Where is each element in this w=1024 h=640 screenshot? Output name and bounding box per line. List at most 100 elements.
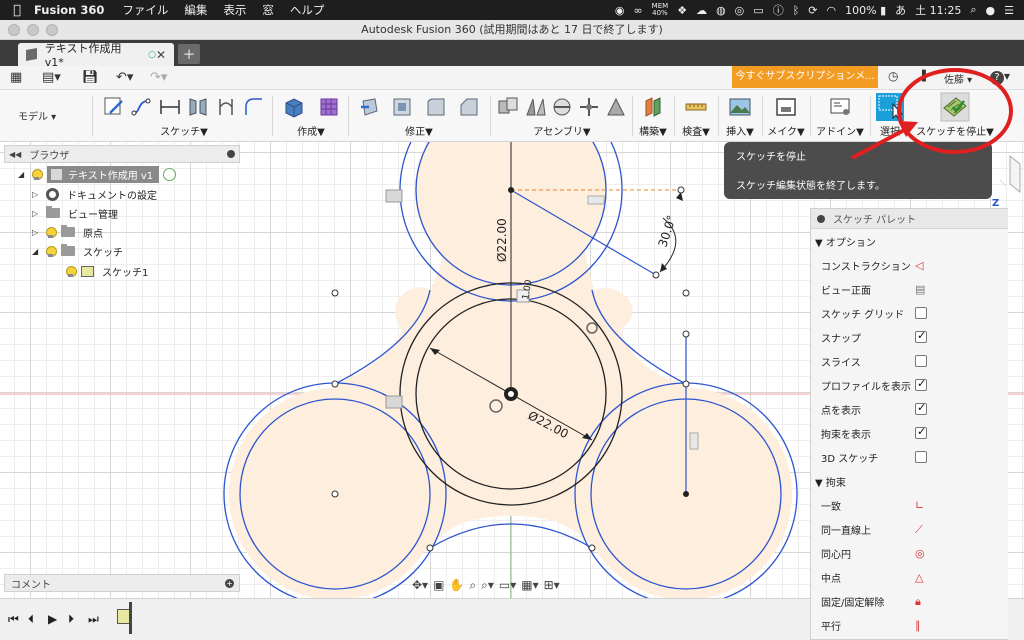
menu-edit[interactable]: 編集	[184, 2, 207, 18]
palette-row[interactable]: 中点 △	[811, 565, 1008, 589]
fillet-icon[interactable]	[424, 95, 448, 119]
inspect-group[interactable]: 検査▼	[676, 92, 716, 140]
status-icon[interactable]: ◉	[615, 4, 625, 17]
offset-plane-icon[interactable]	[641, 95, 665, 119]
play-icon[interactable]: ▶	[48, 612, 57, 626]
palette-row[interactable]: 一致 ∟	[811, 493, 1008, 517]
root-component[interactable]: テキスト作成用 v1	[47, 165, 160, 183]
collapse-icon[interactable]: ◀◀	[9, 150, 21, 159]
app-menu[interactable]: Fusion 360	[34, 3, 104, 17]
visibility-bulb-icon[interactable]	[32, 168, 43, 180]
visibility-bulb-icon[interactable]	[46, 245, 57, 257]
construct-group[interactable]: 構築▼	[634, 92, 672, 140]
palette-row[interactable]: 点を表示	[811, 397, 1008, 421]
visibility-bulb-icon[interactable]	[66, 265, 77, 277]
undo-icon[interactable]: ↶▾	[116, 70, 133, 86]
spotlight-alt-icon[interactable]: ◎	[735, 4, 745, 17]
drive-joints-icon[interactable]	[577, 95, 601, 119]
palette-row[interactable]: 平行 ∥	[811, 613, 1008, 637]
help-button[interactable]: ? ▾	[990, 69, 1010, 85]
timeline-marker[interactable]	[129, 602, 132, 634]
menu-window[interactable]: 窓	[262, 2, 274, 18]
insert-image-icon[interactable]	[728, 95, 752, 119]
app-grid-icon[interactable]: ▦	[10, 70, 22, 86]
expand-arrow-icon[interactable]: ▷	[32, 228, 40, 237]
dropbox-icon[interactable]: ❖	[677, 4, 687, 17]
pin-icon[interactable]	[227, 150, 235, 158]
creative-cloud-icon[interactable]: ∞	[634, 4, 643, 17]
mirror-icon[interactable]	[186, 95, 210, 119]
new-component-icon[interactable]	[496, 95, 520, 119]
make-group[interactable]: メイク▼	[764, 92, 808, 140]
stop-sketch-icon[interactable]	[940, 92, 970, 122]
constraints-section-header[interactable]: ▼ 拘束	[811, 469, 1008, 493]
line-icon[interactable]	[130, 95, 154, 119]
info-icon[interactable]: ⓘ	[773, 2, 784, 18]
battery-status[interactable]: 100% ▮	[845, 4, 886, 17]
insert-group[interactable]: 挿入▼	[720, 92, 760, 140]
minimize-window-button[interactable]	[27, 24, 39, 36]
active-check-icon[interactable]	[163, 167, 177, 181]
file-menu-icon[interactable]: ▤▾	[42, 70, 61, 86]
create-sketch-icon[interactable]	[102, 95, 126, 119]
select-group[interactable]: 選択	[872, 92, 908, 140]
palette-row[interactable]: スケッチ グリッド	[811, 301, 1008, 325]
sketch-group[interactable]: スケッチ▼	[100, 92, 268, 140]
3d-print-icon[interactable]	[774, 95, 798, 119]
expand-arrow-icon[interactable]: ◢	[18, 170, 26, 179]
create-group[interactable]: 作成▼	[276, 92, 346, 140]
go-to-start-icon[interactable]: ⏮	[8, 612, 19, 627]
motion-link-icon[interactable]	[604, 95, 628, 119]
look-at-icon[interactable]: ▣	[433, 578, 444, 592]
tree-item-document-settings[interactable]: ▷ ドキュメントの設定	[32, 185, 157, 203]
cloud-icon[interactable]: ☁	[696, 4, 707, 17]
zoom-window-icon[interactable]: ⌕▾	[481, 578, 494, 593]
new-tab-button[interactable]: +	[178, 44, 200, 64]
job-status-icon[interactable]: ◷	[888, 69, 898, 83]
as-built-joint-icon[interactable]	[550, 95, 574, 119]
palette-row[interactable]: スナップ	[811, 325, 1008, 349]
orbit-icon[interactable]: ✥▾	[412, 578, 428, 592]
trim-icon[interactable]	[214, 95, 238, 119]
joint-icon[interactable]	[523, 95, 547, 119]
palette-row[interactable]: 同心円 ◎	[811, 541, 1008, 565]
addins-group[interactable]: アドイン▼	[812, 92, 868, 140]
measure-icon[interactable]	[684, 95, 708, 119]
menu-help[interactable]: ヘルプ	[290, 2, 325, 18]
workspace-switcher[interactable]: モデル	[18, 108, 56, 123]
midpoint-icon[interactable]: △	[915, 571, 927, 584]
expand-arrow-icon[interactable]: ▷	[32, 209, 40, 218]
expand-arrow-icon[interactable]: ◢	[32, 247, 40, 256]
collinear-icon[interactable]: ⟋	[915, 523, 927, 536]
construction-icon[interactable]: ◁	[915, 259, 927, 272]
close-window-button[interactable]	[8, 24, 20, 36]
modify-group[interactable]: 修正▼	[352, 92, 486, 140]
dimension-top-label[interactable]: Ø22.00	[495, 218, 509, 262]
siri-icon[interactable]: ●	[986, 4, 996, 17]
notification-center-icon[interactable]: ☰	[1004, 4, 1014, 17]
option-checkbox[interactable]	[915, 329, 927, 343]
visibility-bulb-icon[interactable]	[46, 226, 57, 238]
subscribe-button[interactable]: 今すぐサブスクリプションメ...	[732, 66, 878, 88]
palette-header[interactable]: スケッチ パレット	[811, 209, 1008, 229]
menu-view[interactable]: 表示	[223, 2, 246, 18]
palette-row[interactable]: 固定/固定解除 🔒︎	[811, 589, 1008, 613]
clock[interactable]: 土 11:25	[915, 2, 961, 18]
close-tab-icon[interactable]: ✕	[156, 48, 166, 62]
option-checkbox[interactable]	[915, 451, 927, 463]
airplay-icon[interactable]: ▭	[753, 4, 763, 17]
sync-icon[interactable]: ⟳	[808, 4, 817, 17]
grid-settings-icon[interactable]: ▦▾	[521, 578, 538, 592]
wifi-icon[interactable]: ◠	[827, 4, 837, 17]
comments-panel[interactable]: コメント +	[4, 574, 240, 592]
palette-row[interactable]: 3D スケッチ	[811, 445, 1008, 469]
shell-icon[interactable]	[390, 95, 414, 119]
save-icon[interactable]: 💾︎	[82, 70, 99, 86]
option-checkbox[interactable]	[915, 425, 927, 439]
viewports-icon[interactable]: ⊞▾	[544, 578, 560, 592]
view-cube[interactable]: Z	[990, 150, 1024, 210]
zoom-icon[interactable]: ⌕	[469, 578, 476, 593]
option-checkbox[interactable]	[915, 307, 927, 319]
coincident-icon[interactable]: ∟	[915, 499, 927, 512]
display-settings-icon[interactable]: ▭▾	[499, 578, 516, 592]
